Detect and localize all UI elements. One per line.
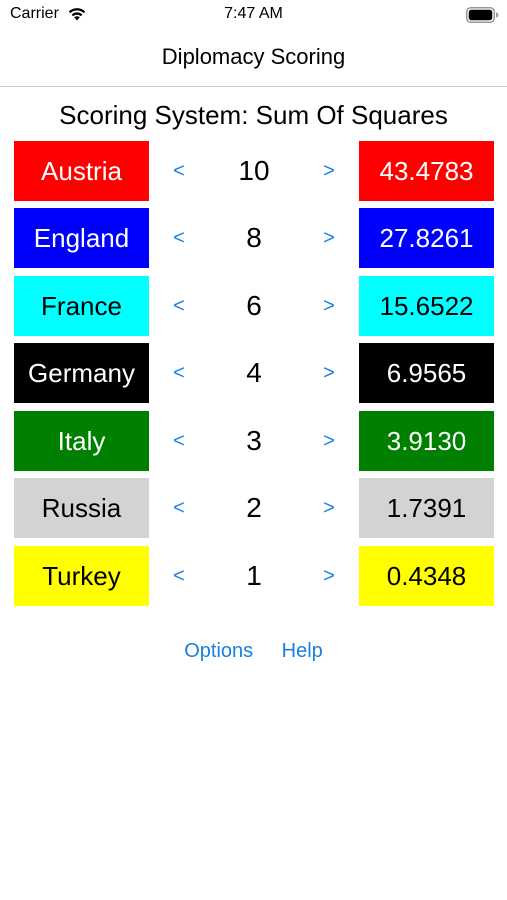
help-button[interactable]: Help (282, 640, 323, 663)
decrement-button-germany[interactable]: < (164, 343, 194, 403)
center-count-england: 8 (246, 222, 262, 253)
power-row-turkey: Turkey < 1 > 0.4348 (0, 546, 507, 606)
decrement-button-france[interactable]: < (164, 276, 194, 336)
power-row-russia: Russia < 2 > 1.7391 (0, 478, 507, 538)
decrement-button-italy[interactable]: < (164, 411, 194, 471)
score-france: 15.6522 (359, 276, 494, 336)
decrement-button-turkey[interactable]: < (164, 546, 194, 606)
power-button-germany[interactable]: Germany (14, 343, 149, 403)
increment-button-france[interactable]: > (314, 276, 344, 336)
power-row-italy: Italy < 3 > 3.9130 (0, 411, 507, 471)
clock: 7:47 AM (224, 5, 283, 22)
increment-button-germany[interactable]: > (314, 343, 344, 403)
power-row-austria: Austria < 10 > 43.4783 (0, 141, 507, 201)
center-count-france: 6 (246, 290, 262, 321)
center-count-russia: 2 (246, 492, 262, 523)
nav-title: Diplomacy Scoring (161, 44, 346, 69)
increment-button-austria[interactable]: > (314, 141, 344, 201)
battery-icon (466, 7, 499, 28)
center-count-turkey: 1 (246, 560, 262, 591)
power-row-england: England < 8 > 27.8261 (0, 208, 507, 268)
score-russia: 1.7391 (359, 478, 494, 538)
power-button-russia[interactable]: Russia (14, 478, 149, 538)
center-count-germany: 4 (246, 357, 262, 388)
center-count-austria: 10 (238, 155, 270, 186)
score-germany: 6.9565 (359, 343, 494, 403)
score-italy: 3.9130 (359, 411, 494, 471)
power-button-france[interactable]: France (14, 276, 149, 336)
footer-links: Options Help (0, 640, 507, 663)
increment-button-italy[interactable]: > (314, 411, 344, 471)
decrement-button-england[interactable]: < (164, 208, 194, 268)
increment-button-russia[interactable]: > (314, 478, 344, 538)
navigation-bar: Diplomacy Scoring (0, 32, 507, 87)
power-row-france: France < 6 > 15.6522 (0, 276, 507, 336)
power-button-austria[interactable]: Austria (14, 141, 149, 201)
center-count-italy: 3 (246, 425, 262, 456)
power-button-turkey[interactable]: Turkey (14, 546, 149, 606)
decrement-button-russia[interactable]: < (164, 478, 194, 538)
power-row-germany: Germany < 4 > 6.9565 (0, 343, 507, 403)
scoring-system-label[interactable]: Scoring System: Sum Of Squares (0, 100, 507, 131)
increment-button-england[interactable]: > (314, 208, 344, 268)
options-button[interactable]: Options (184, 640, 253, 663)
score-turkey: 0.4348 (359, 546, 494, 606)
score-austria: 43.4783 (359, 141, 494, 201)
score-england: 27.8261 (359, 208, 494, 268)
increment-button-turkey[interactable]: > (314, 546, 344, 606)
status-bar: Carrier 7:47 AM (0, 0, 507, 32)
decrement-button-austria[interactable]: < (164, 141, 194, 201)
power-button-england[interactable]: England (14, 208, 149, 268)
power-button-italy[interactable]: Italy (14, 411, 149, 471)
